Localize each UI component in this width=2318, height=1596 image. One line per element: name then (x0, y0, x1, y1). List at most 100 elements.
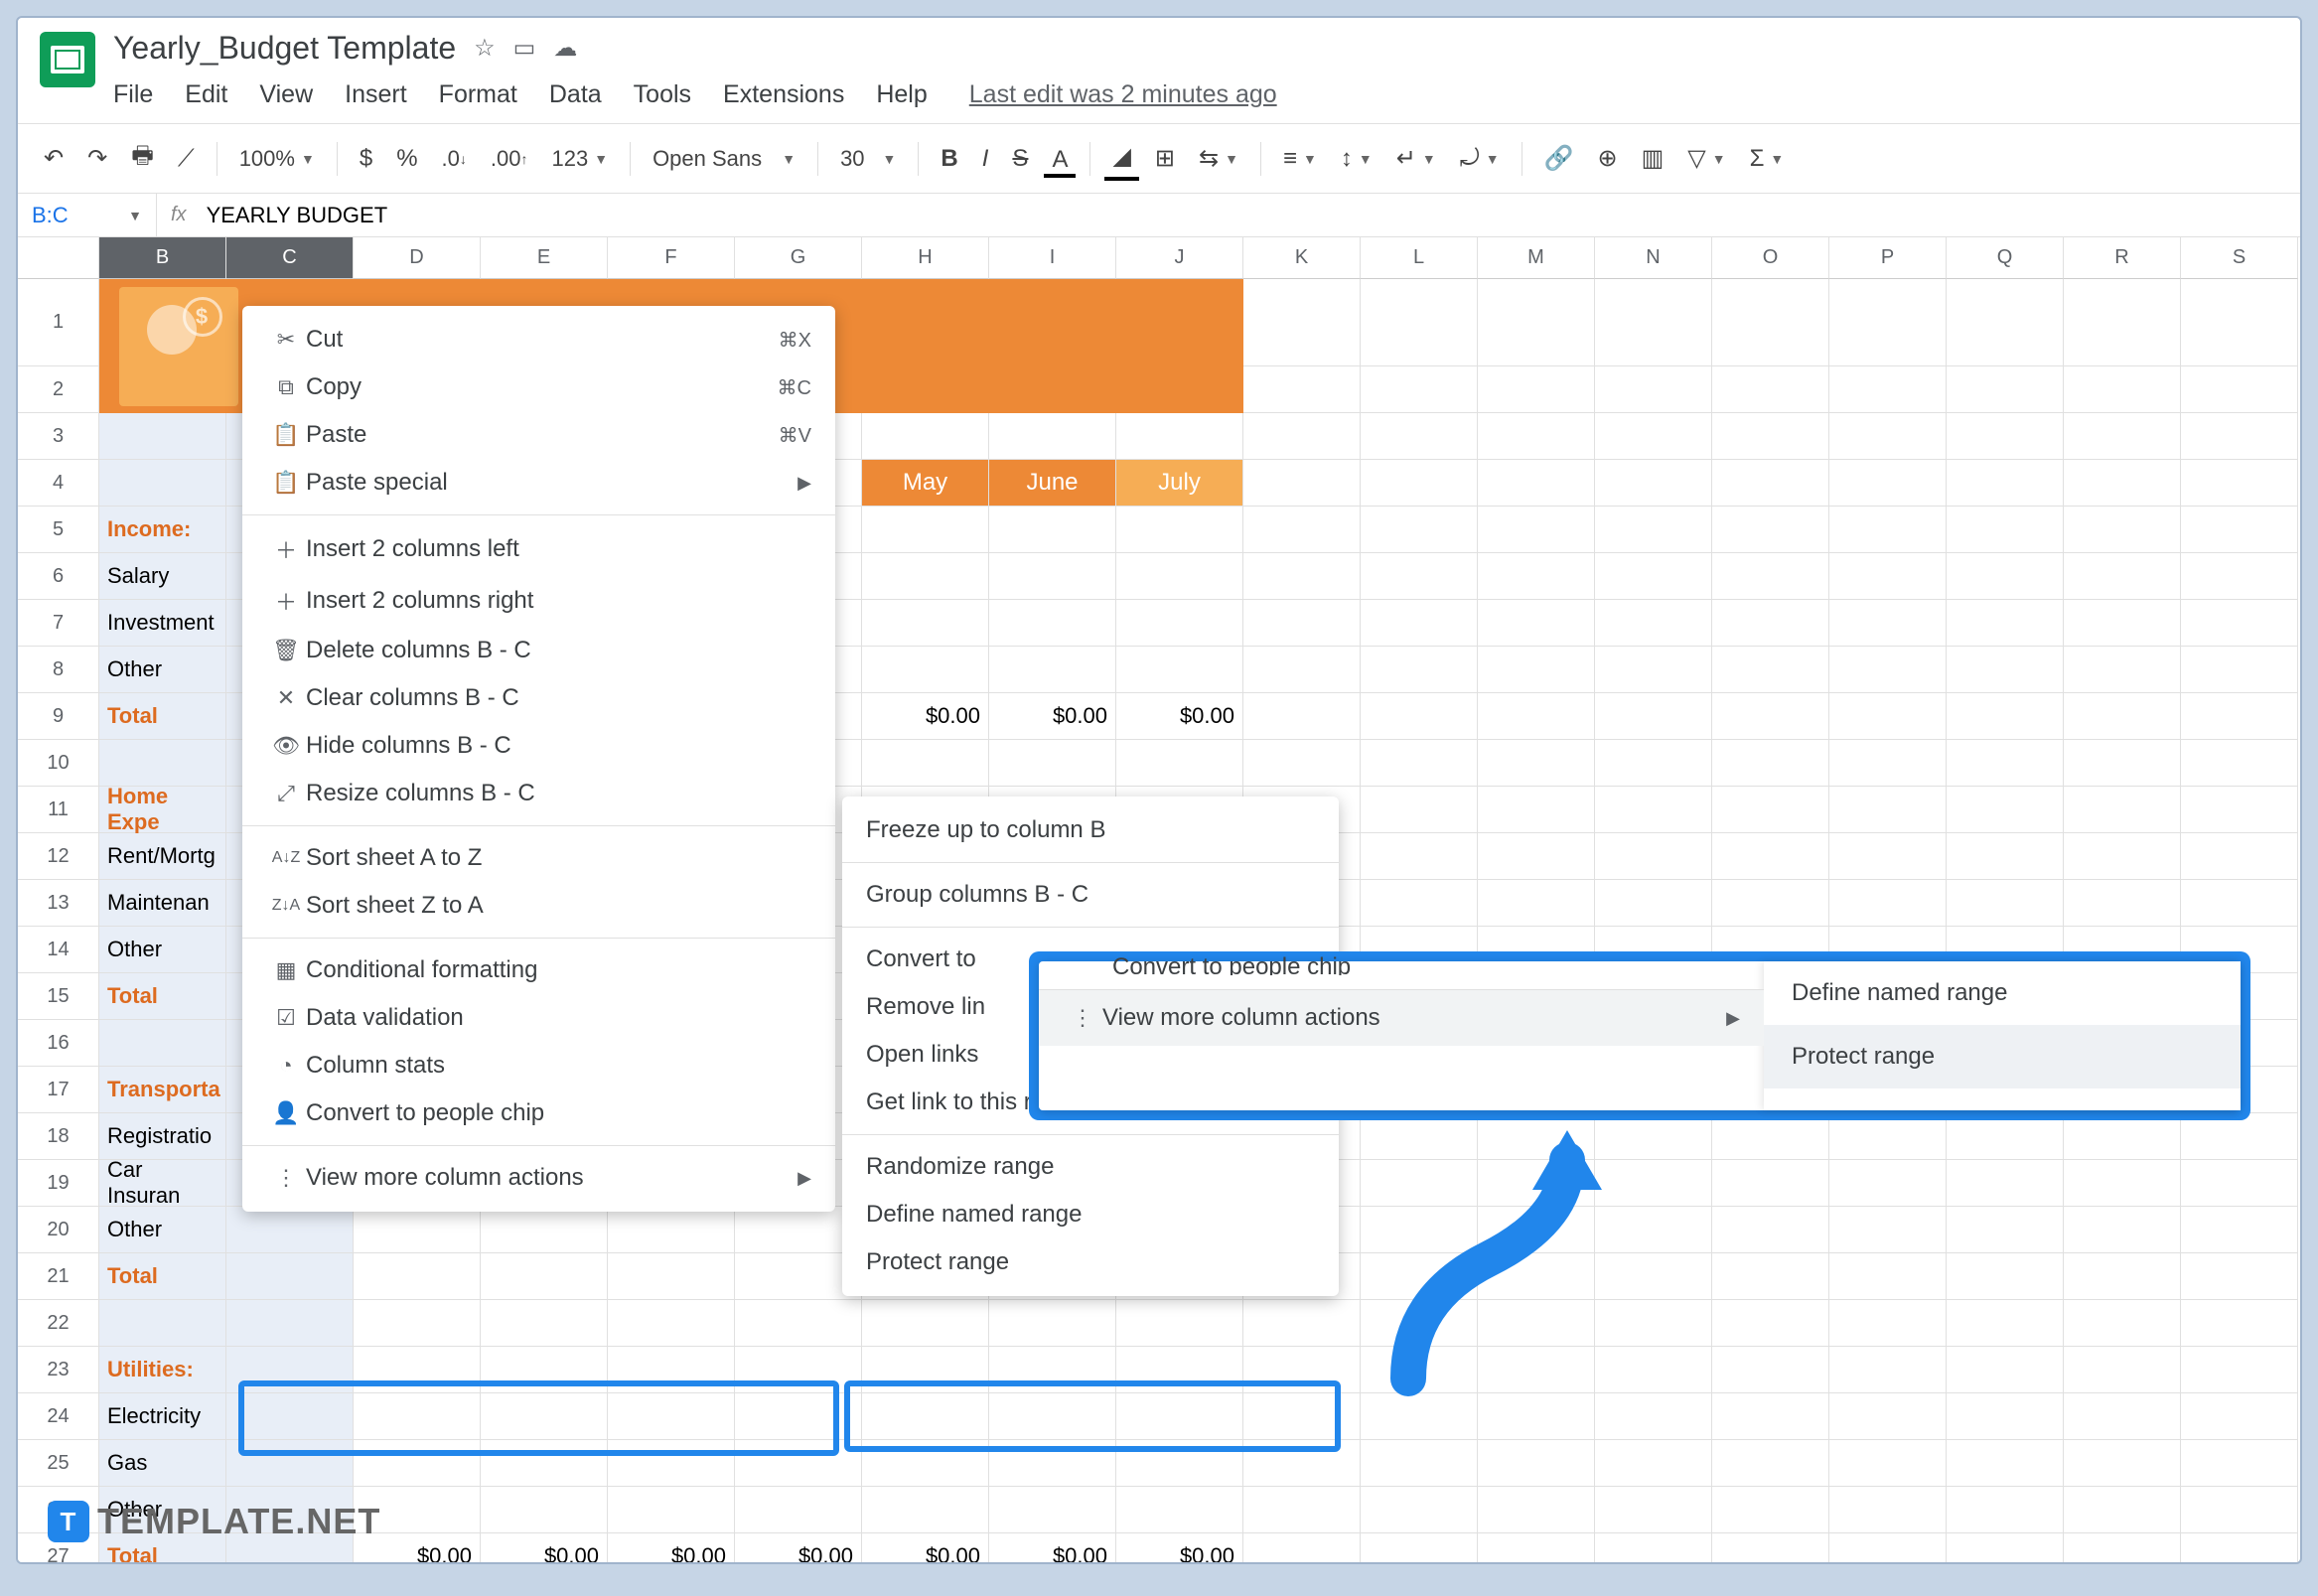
cell[interactable] (2064, 460, 2181, 507)
cell[interactable] (1947, 1393, 2064, 1440)
cell[interactable] (1947, 507, 2064, 553)
menu-edit[interactable]: Edit (185, 80, 227, 109)
cell[interactable] (608, 1347, 735, 1393)
ctx-insert-left[interactable]: ＋Insert 2 columns left (242, 523, 835, 575)
cell[interactable] (354, 1393, 481, 1440)
col-header-P[interactable]: P (1829, 237, 1947, 279)
cell[interactable] (989, 553, 1116, 600)
cell[interactable] (481, 1487, 608, 1533)
cell[interactable]: July (1116, 460, 1243, 507)
row-header-19[interactable]: 19 (18, 1160, 99, 1207)
italic-icon[interactable]: I (974, 139, 997, 179)
row-header-12[interactable]: 12 (18, 833, 99, 880)
row-header-6[interactable]: 6 (18, 553, 99, 600)
row-header-11[interactable]: 11 (18, 787, 99, 833)
col-header-N[interactable]: N (1595, 237, 1712, 279)
cell[interactable] (1712, 460, 1829, 507)
ctx-delete-cols[interactable]: 🗑Delete columns B - C (242, 627, 835, 674)
row-header-1[interactable]: 1 (18, 279, 99, 366)
cell[interactable] (608, 1253, 735, 1300)
cell[interactable] (862, 647, 989, 693)
cell[interactable] (2181, 1487, 2298, 1533)
cell[interactable] (1712, 600, 1829, 647)
chart-icon[interactable]: ▥ (1634, 138, 1672, 179)
rotate-icon[interactable]: ⤾▼ (1452, 139, 1508, 179)
cell[interactable] (1361, 1533, 1478, 1564)
cell[interactable] (2064, 1533, 2181, 1564)
bold-icon[interactable]: B (933, 139, 965, 179)
cell[interactable]: $0.00 (862, 1533, 989, 1564)
cell[interactable] (1947, 413, 2064, 460)
cell[interactable] (354, 1440, 481, 1487)
cell[interactable] (2064, 1253, 2181, 1300)
cell[interactable]: Gas (99, 1440, 226, 1487)
cell[interactable] (99, 1300, 226, 1347)
cell[interactable] (99, 1020, 226, 1067)
cell[interactable] (1595, 460, 1712, 507)
cell[interactable] (1947, 553, 2064, 600)
cell[interactable] (2064, 880, 2181, 927)
cell[interactable] (862, 740, 989, 787)
col-header-C[interactable]: C (226, 237, 354, 279)
cell[interactable]: Other (99, 647, 226, 693)
cell[interactable] (1829, 460, 1947, 507)
cell[interactable] (1947, 1533, 2064, 1564)
cell[interactable] (226, 1207, 354, 1253)
cell[interactable]: Investment (99, 600, 226, 647)
redo-icon[interactable]: ↷ (79, 138, 115, 179)
last-edit-link[interactable]: Last edit was 2 minutes ago (969, 80, 1277, 109)
ctx-randomize[interactable]: Randomize range (842, 1143, 1339, 1191)
cell[interactable] (1116, 1347, 1243, 1393)
row-header-16[interactable]: 16 (18, 1020, 99, 1067)
cell[interactable] (1947, 647, 2064, 693)
cell[interactable] (2181, 787, 2298, 833)
name-box[interactable]: B:C▼ (18, 194, 157, 236)
cell[interactable] (1947, 460, 2064, 507)
cell[interactable]: Other (99, 927, 226, 973)
cell[interactable]: $0.00 (989, 1533, 1116, 1564)
cell[interactable]: Maintenan (99, 880, 226, 927)
cell[interactable] (608, 1440, 735, 1487)
col-header-D[interactable]: D (354, 237, 481, 279)
doc-title[interactable]: Yearly_Budget Template (113, 30, 456, 67)
cell[interactable] (1947, 693, 2064, 740)
cell[interactable] (354, 1300, 481, 1347)
cell[interactable] (1947, 1160, 2064, 1207)
cell[interactable] (1243, 693, 1361, 740)
cell[interactable] (608, 1207, 735, 1253)
cell[interactable] (2064, 693, 2181, 740)
cell[interactable] (1478, 1487, 1595, 1533)
cell[interactable] (1712, 1440, 1829, 1487)
cell[interactable] (1243, 647, 1361, 693)
cell[interactable]: Total (99, 693, 226, 740)
cell[interactable] (1361, 880, 1478, 927)
cell[interactable]: Salary (99, 553, 226, 600)
row-header-4[interactable]: 4 (18, 460, 99, 507)
col-header-I[interactable]: I (989, 237, 1116, 279)
cell[interactable] (1712, 787, 1829, 833)
cell[interactable] (1595, 507, 1712, 553)
cell[interactable]: $0.00 (481, 1533, 608, 1564)
cell[interactable] (608, 1393, 735, 1440)
fx-input[interactable]: YEARLY BUDGET (201, 203, 388, 228)
cell[interactable] (2181, 600, 2298, 647)
col-header-O[interactable]: O (1712, 237, 1829, 279)
cell[interactable] (1712, 833, 1829, 880)
cell[interactable] (2064, 600, 2181, 647)
ctx-people-chip[interactable]: 👤Convert to people chip (242, 1089, 835, 1137)
cell[interactable]: Home Expe (99, 787, 226, 833)
row-header-10[interactable]: 10 (18, 740, 99, 787)
cell[interactable] (1361, 600, 1478, 647)
cell[interactable] (1243, 553, 1361, 600)
row-header-14[interactable]: 14 (18, 927, 99, 973)
callout-named-range[interactable]: Define named range (1764, 961, 2241, 1025)
cell[interactable] (2064, 1347, 2181, 1393)
cell[interactable] (481, 1253, 608, 1300)
cell[interactable] (1712, 1487, 1829, 1533)
cell[interactable] (1361, 553, 1478, 600)
ctx-column-stats[interactable]: ◔Column stats (242, 1042, 835, 1089)
cell[interactable] (1947, 1347, 2064, 1393)
cell[interactable] (989, 1300, 1116, 1347)
cell[interactable] (2064, 507, 2181, 553)
cell[interactable] (1116, 1300, 1243, 1347)
